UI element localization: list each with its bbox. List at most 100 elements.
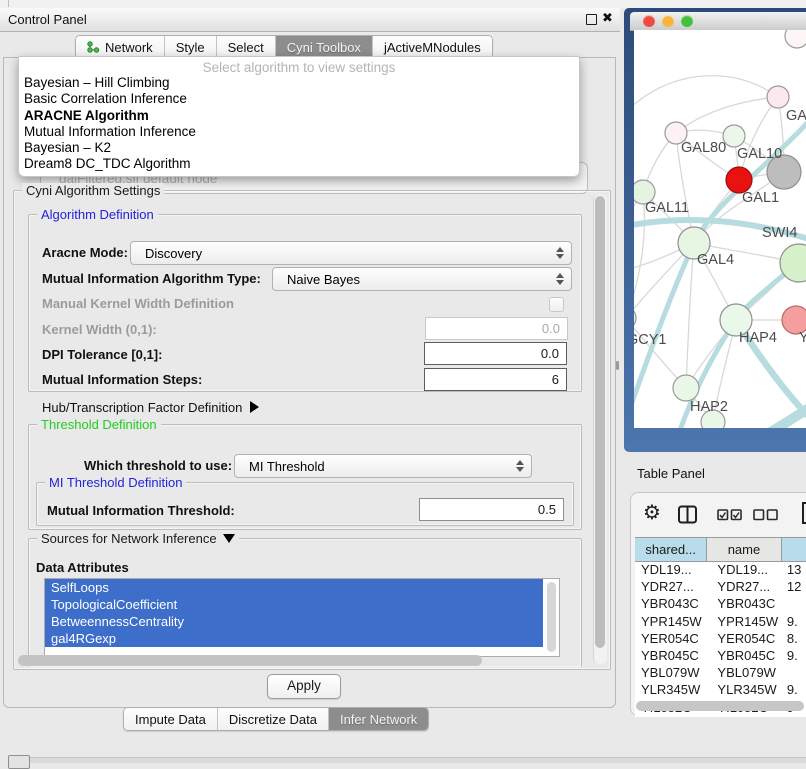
table-row[interactable]: YDL19...YDL19...13 bbox=[635, 562, 806, 579]
apply-button[interactable]: Apply bbox=[267, 674, 341, 699]
network-node[interactable] bbox=[767, 86, 789, 108]
tab-network[interactable]: Network bbox=[76, 36, 165, 58]
column-header[interactable]: shared... bbox=[635, 538, 707, 561]
column-header[interactable]: name bbox=[707, 538, 781, 561]
node-table: shared...name YDL19...YDL19...13YDR27...… bbox=[635, 537, 806, 717]
pane-divider-tick bbox=[8, 0, 9, 7]
select-all-columns-icon[interactable] bbox=[717, 509, 743, 521]
network-graph[interactable]: GALGAL80GAL10GAL1GAL11SWI4GAL4GCY1HAP4YH… bbox=[634, 30, 806, 428]
expander-right-arrow-icon bbox=[250, 401, 259, 413]
network-node[interactable] bbox=[634, 306, 636, 330]
tab-infer-network[interactable]: Infer Network bbox=[329, 708, 428, 730]
algorithm-option[interactable]: Dream8 DC_TDC Algorithm bbox=[19, 156, 579, 172]
tab-impute-data-label: Impute Data bbox=[135, 712, 206, 727]
dpi-tolerance-label: DPI Tolerance [0,1]: bbox=[42, 347, 162, 362]
algorithm-option[interactable]: Bayesian – Hill Climbing bbox=[19, 75, 579, 91]
mi-threshold-field[interactable]: 0.5 bbox=[419, 498, 564, 521]
mac-close-button[interactable] bbox=[643, 15, 655, 27]
tab-style[interactable]: Style bbox=[165, 36, 217, 58]
table-cell: YPR145W bbox=[707, 614, 781, 631]
mac-minimize-button[interactable] bbox=[662, 15, 674, 27]
list-scrollbar-thumb[interactable] bbox=[547, 582, 556, 652]
column-header[interactable] bbox=[782, 538, 806, 561]
network-node[interactable] bbox=[723, 125, 745, 147]
table-cell: YER054C bbox=[707, 631, 781, 648]
tab-jactivemnodules-label: jActiveMNodules bbox=[384, 40, 481, 55]
close-icon[interactable]: ✖ bbox=[602, 10, 613, 26]
data-attributes-list[interactable]: SelfLoopsTopologicalCoefficientBetweenne… bbox=[44, 578, 560, 657]
algorithm-option-list: Bayesian – Hill ClimbingBasic Correlatio… bbox=[19, 75, 579, 173]
pane-splitter-handle[interactable] bbox=[616, 361, 619, 370]
algorithm-option[interactable]: Mutual Information Inference bbox=[19, 124, 579, 140]
table-cell bbox=[782, 596, 806, 613]
mi-threshold-label: Mutual Information Threshold: bbox=[47, 503, 235, 518]
table-cell: YLR345W bbox=[635, 682, 707, 699]
tab-select[interactable]: Select bbox=[217, 36, 276, 58]
algorithm-option[interactable]: Bayesian – K2 bbox=[19, 140, 579, 156]
network-window-titlebar[interactable] bbox=[630, 12, 806, 31]
data-attribute-item[interactable]: BetweennessCentrality bbox=[45, 613, 543, 630]
table-cell: YBR043C bbox=[707, 596, 781, 613]
table-row[interactable]: YLR345WYLR345W9. bbox=[635, 682, 806, 699]
new-table-icon[interactable] bbox=[801, 501, 806, 525]
tab-impute-data[interactable]: Impute Data bbox=[124, 708, 218, 730]
gear-icon[interactable]: ⚙ bbox=[643, 500, 661, 525]
split-columns-icon[interactable] bbox=[677, 505, 699, 525]
tab-cyni-toolbox[interactable]: Cyni Toolbox bbox=[276, 36, 373, 58]
table-cell: 9. bbox=[782, 682, 806, 699]
table-cell: YDL19... bbox=[707, 562, 781, 579]
network-node[interactable] bbox=[673, 375, 699, 401]
data-attribute-item[interactable]: TopologicalCoefficient bbox=[45, 596, 543, 613]
control-panel-header bbox=[0, 8, 620, 32]
manual-kernel-checkbox[interactable] bbox=[549, 297, 564, 312]
which-threshold-combo[interactable]: MI Threshold bbox=[234, 454, 532, 478]
table-row[interactable]: YDR27...YDR27...12 bbox=[635, 579, 806, 596]
table-cell: YLR345W bbox=[707, 682, 781, 699]
algorithm-prompt: Select algorithm to view settings bbox=[19, 57, 579, 75]
network-node[interactable] bbox=[785, 30, 806, 48]
table-hscrollbar-thumb[interactable] bbox=[636, 701, 804, 711]
combo-stepper-icon bbox=[556, 246, 564, 260]
dpi-tolerance-field[interactable]: 0.0 bbox=[424, 342, 567, 365]
table-row[interactable]: YBR045CYBR045C9. bbox=[635, 648, 806, 665]
bottom-panel-edge bbox=[30, 757, 806, 763]
network-canvas[interactable]: GALGAL80GAL10GAL1GAL11SWI4GAL4GCY1HAP4YH… bbox=[634, 30, 806, 428]
mac-zoom-button[interactable] bbox=[681, 15, 693, 27]
hub-definition-expander[interactable]: Hub/Transcription Factor Definition bbox=[42, 400, 259, 415]
dpi-tolerance-value: 0.0 bbox=[541, 346, 559, 361]
float-panel-icon[interactable] bbox=[586, 14, 597, 25]
node-label: SWI4 bbox=[762, 225, 797, 241]
table-row[interactable]: YBL079WYBL079W bbox=[635, 665, 806, 682]
tab-jactivemnodules[interactable]: jActiveMNodules bbox=[373, 36, 492, 58]
settings-hscrollbar-thumb[interactable] bbox=[18, 655, 482, 666]
table-row[interactable]: YBR043CYBR043C bbox=[635, 596, 806, 613]
table-cell: YER054C bbox=[635, 631, 707, 648]
mi-type-combo[interactable]: Naive Bayes bbox=[272, 267, 572, 291]
tab-discretize-data[interactable]: Discretize Data bbox=[218, 708, 329, 730]
kernel-width-field[interactable]: 0.0 bbox=[425, 317, 568, 340]
settings-vscrollbar-thumb[interactable] bbox=[595, 196, 605, 648]
algorithm-option[interactable]: ARACNE Algorithm bbox=[19, 108, 579, 124]
table-row[interactable]: YER054CYER054C8. bbox=[635, 631, 806, 648]
sources-group-title[interactable]: Sources for Network Inference bbox=[37, 531, 239, 546]
network-edge bbox=[634, 76, 778, 112]
tab-infer-network-label: Infer Network bbox=[340, 712, 417, 727]
node-label: HAP4 bbox=[739, 330, 777, 346]
node-label: GAL4 bbox=[697, 252, 734, 268]
network-tab-icon bbox=[87, 41, 100, 54]
docked-panel-icon[interactable] bbox=[8, 755, 30, 769]
table-header-row: shared...name bbox=[635, 537, 806, 562]
node-label: GAL bbox=[786, 108, 806, 124]
algorithm-option[interactable]: Basic Correlation Inference bbox=[19, 91, 579, 107]
table-row[interactable]: YPR145WYPR145W9. bbox=[635, 614, 806, 631]
aracne-mode-combo[interactable]: Discovery bbox=[130, 241, 572, 265]
kernel-width-value: 0.0 bbox=[542, 321, 560, 336]
mi-steps-field[interactable]: 6 bbox=[424, 368, 567, 391]
table-cell: YBR043C bbox=[635, 596, 707, 613]
tab-select-label: Select bbox=[228, 40, 264, 55]
node-label: GCY1 bbox=[634, 332, 667, 348]
deselect-all-columns-icon[interactable] bbox=[753, 509, 779, 521]
data-attribute-item[interactable]: SelfLoops bbox=[45, 579, 543, 596]
data-attribute-item[interactable]: gal4RGexp bbox=[45, 630, 543, 647]
node-label: GAL80 bbox=[681, 140, 726, 156]
